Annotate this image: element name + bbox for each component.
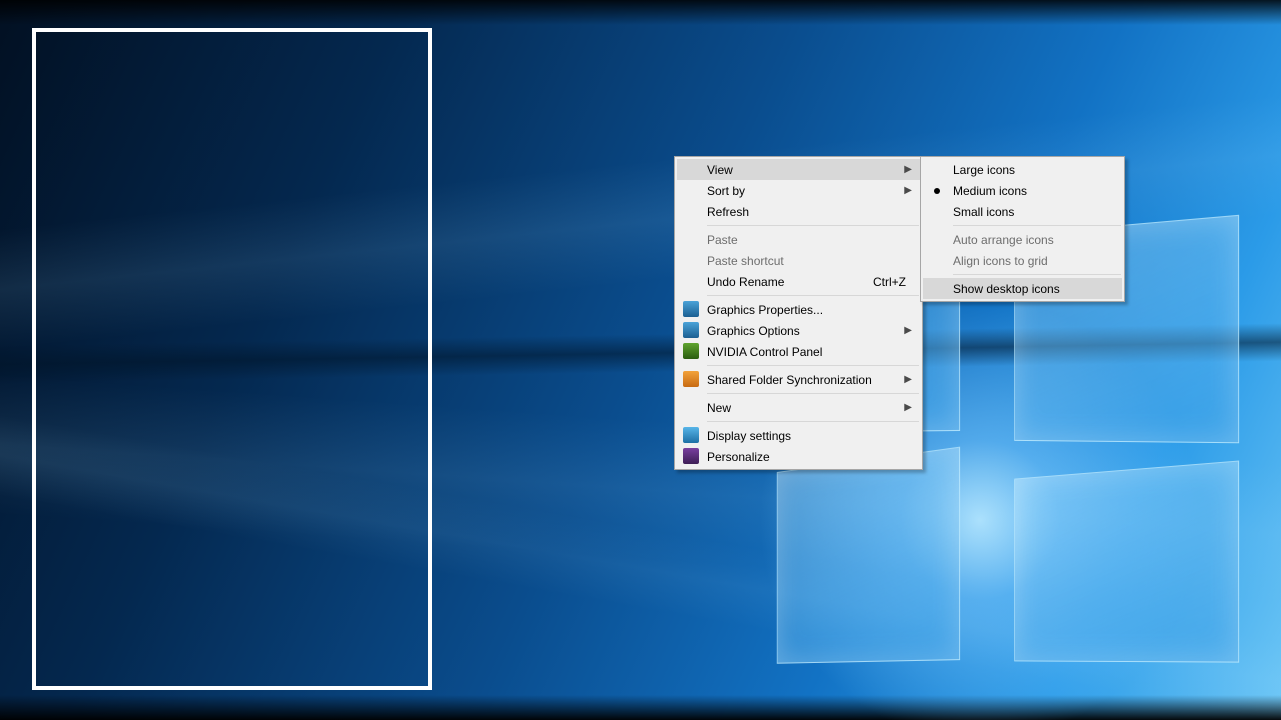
menu-separator [707,393,919,394]
menu-item-paste-shortcut: Paste shortcut [677,250,920,271]
menu-item-graphics-options[interactable]: Graphics Options ▶ [677,320,920,341]
menu-item-small-icons[interactable]: Small icons [923,201,1122,222]
menu-item-paste: Paste [677,229,920,250]
desktop-context-menu: View ▶ Sort by ▶ Refresh Paste Paste sho… [674,156,923,470]
menu-item-view[interactable]: View ▶ [677,159,920,180]
windows-logo-pane [777,447,960,664]
display-settings-icon [683,427,699,443]
menu-item-medium-icons[interactable]: Medium icons [923,180,1122,201]
menu-item-new[interactable]: New ▶ [677,397,920,418]
menu-separator [707,421,919,422]
menu-item-shortcut: Ctrl+Z [873,275,906,289]
menu-item-label: Small icons [953,205,1014,219]
menu-item-label: Large icons [953,163,1015,177]
nvidia-icon [683,343,699,359]
windows-logo-pane [1014,460,1239,662]
menu-separator [707,295,919,296]
menu-item-label: Shared Folder Synchronization [707,373,872,387]
menu-item-align-icons-to-grid[interactable]: Align icons to grid [923,250,1122,271]
submenu-arrow-icon: ▶ [904,374,912,385]
menu-item-nvidia-control-panel[interactable]: NVIDIA Control Panel [677,341,920,362]
menu-item-show-desktop-icons[interactable]: Show desktop icons [923,278,1122,299]
intel-graphics-icon [683,301,699,317]
menu-item-label: Personalize [707,450,770,464]
selection-rectangle [32,28,432,690]
menu-item-label: Auto arrange icons [953,233,1054,247]
menu-item-label: Show desktop icons [953,282,1060,296]
menu-item-label: NVIDIA Control Panel [707,345,822,359]
menu-separator [953,225,1121,226]
menu-separator [707,365,919,366]
radio-selected-icon [934,188,940,194]
menu-item-refresh[interactable]: Refresh [677,201,920,222]
intel-graphics-icon [683,322,699,338]
menu-item-label: Sort by [707,184,745,198]
menu-item-auto-arrange-icons[interactable]: Auto arrange icons [923,229,1122,250]
menu-separator [953,274,1121,275]
menu-item-undo-rename[interactable]: Undo Rename Ctrl+Z [677,271,920,292]
menu-item-label: Graphics Properties... [707,303,823,317]
menu-item-display-settings[interactable]: Display settings [677,425,920,446]
menu-item-label: Undo Rename [707,275,784,289]
menu-separator [707,225,919,226]
menu-item-personalize[interactable]: Personalize [677,446,920,467]
personalize-icon [683,448,699,464]
menu-item-shared-folder-sync[interactable]: Shared Folder Synchronization ▶ [677,369,920,390]
menu-item-label: New [707,401,731,415]
menu-item-label: Medium icons [953,184,1027,198]
submenu-arrow-icon: ▶ [904,325,912,336]
menu-item-label: Paste [707,233,738,247]
submenu-arrow-icon: ▶ [904,185,912,196]
submenu-arrow-icon: ▶ [904,402,912,413]
menu-item-label: Graphics Options [707,324,800,338]
menu-item-label: Paste shortcut [707,254,784,268]
menu-item-label: Refresh [707,205,749,219]
menu-item-large-icons[interactable]: Large icons [923,159,1122,180]
menu-item-label: Display settings [707,429,791,443]
menu-item-label: View [707,163,733,177]
view-submenu: Large icons Medium icons Small icons Aut… [920,156,1125,302]
submenu-arrow-icon: ▶ [904,164,912,175]
menu-item-label: Align icons to grid [953,254,1048,268]
menu-item-sort-by[interactable]: Sort by ▶ [677,180,920,201]
desktop-wallpaper[interactable]: View ▶ Sort by ▶ Refresh Paste Paste sho… [0,0,1281,720]
menu-item-graphics-properties[interactable]: Graphics Properties... [677,299,920,320]
shared-folder-sync-icon [683,371,699,387]
